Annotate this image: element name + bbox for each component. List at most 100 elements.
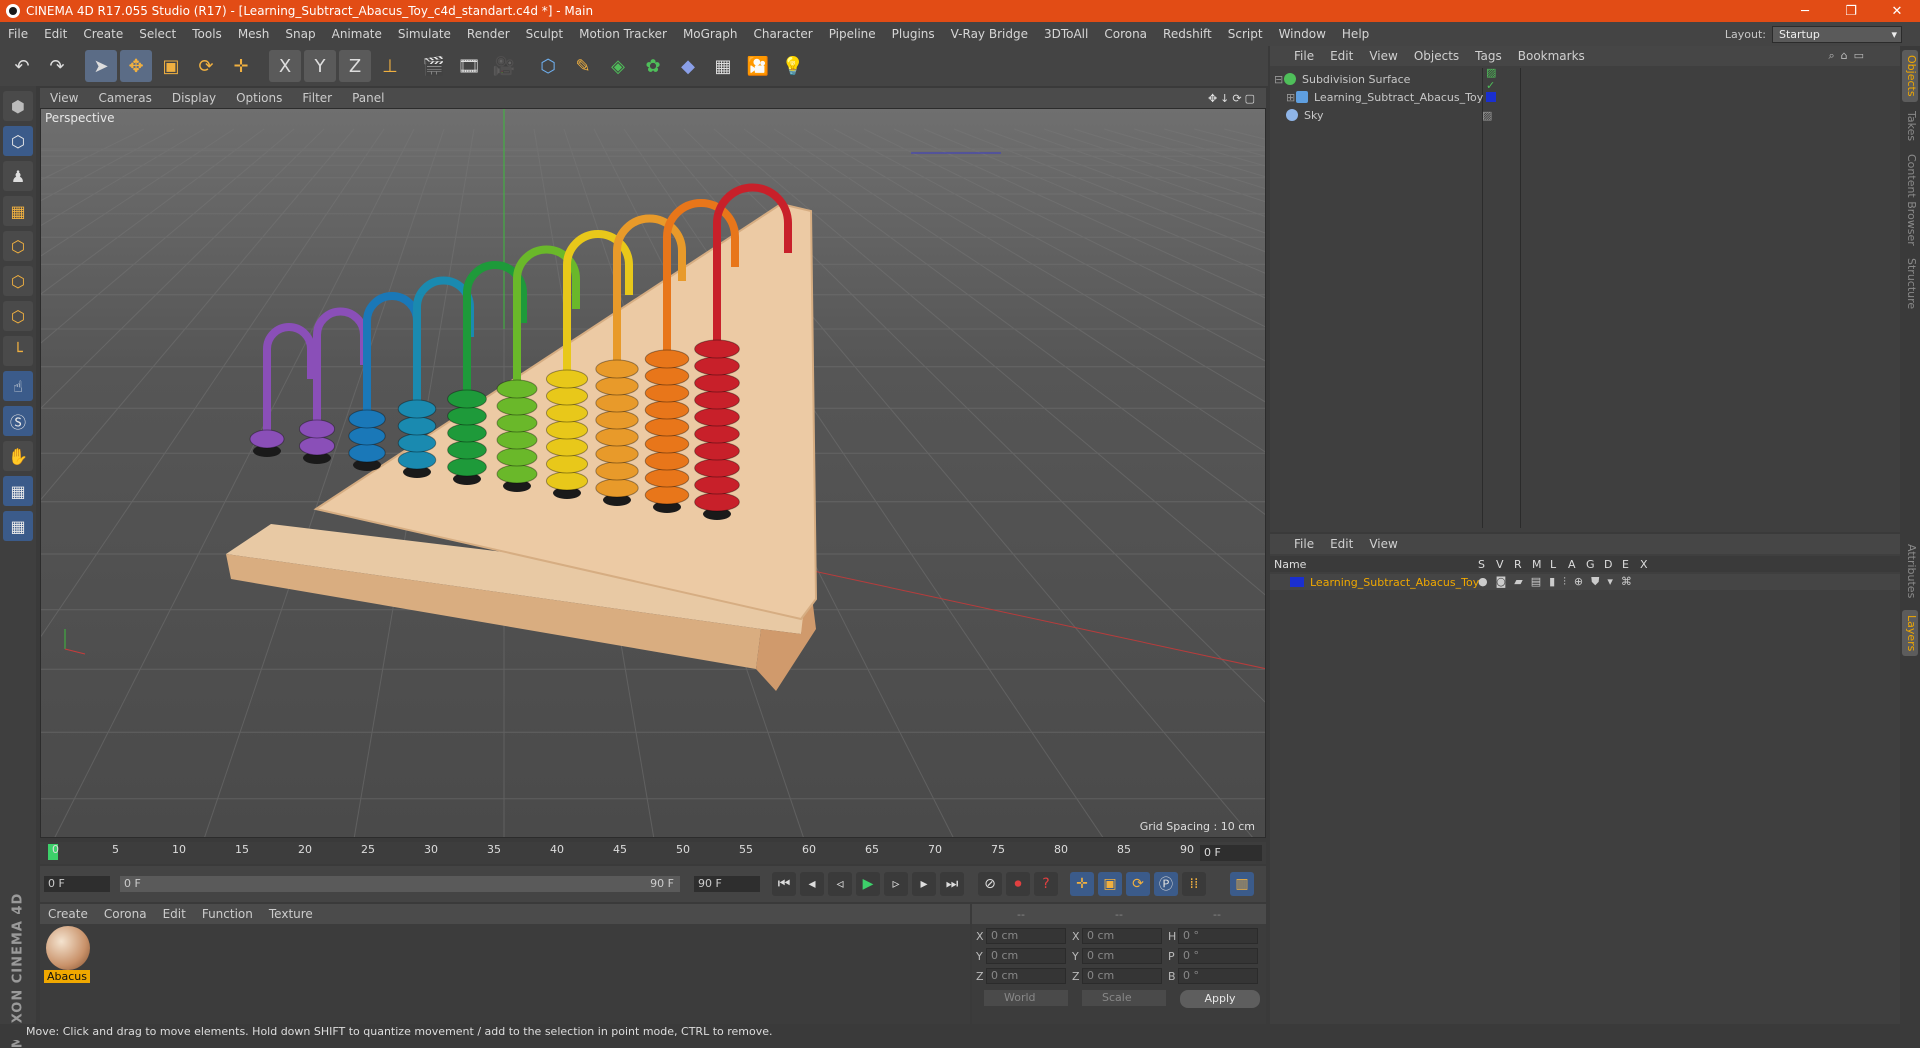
rotation-h-field[interactable]: 0 °: [1178, 928, 1258, 944]
redo-button[interactable]: ↷: [41, 50, 73, 82]
points-mode-icon[interactable]: ⬡: [3, 231, 33, 261]
planar-workplane-icon[interactable]: ▦: [3, 511, 33, 541]
object-manager-search-icon[interactable]: ⌕⌂▭: [1828, 49, 1900, 63]
tab-layers[interactable]: Layers: [1902, 610, 1918, 656]
key-pla-button[interactable]: ⁞⁞: [1182, 872, 1206, 896]
render-to-picture-viewer-icon[interactable]: 🎞: [453, 50, 485, 82]
position-x-field[interactable]: 0 cm: [986, 928, 1066, 944]
viewport-menu-view[interactable]: View: [40, 91, 88, 105]
render-settings-icon[interactable]: 🎥: [488, 50, 520, 82]
timeline-window-button[interactable]: ▥: [1230, 872, 1254, 896]
material-menu-create[interactable]: Create: [40, 907, 96, 921]
viewport-menu-panel[interactable]: Panel: [342, 91, 394, 105]
menu-tools[interactable]: Tools: [184, 27, 230, 41]
make-editable-icon[interactable]: ⬢: [3, 91, 33, 121]
menu-simulate[interactable]: Simulate: [390, 27, 459, 41]
cube-primitive-icon[interactable]: ⬡: [532, 50, 564, 82]
position-y-field[interactable]: 0 cm: [986, 948, 1066, 964]
tab-takes[interactable]: Takes: [1902, 106, 1918, 146]
menu-script[interactable]: Script: [1220, 27, 1271, 41]
size-y-field[interactable]: 0 cm: [1082, 948, 1162, 964]
menu-render[interactable]: Render: [459, 27, 518, 41]
object-menu-view[interactable]: View: [1361, 49, 1405, 63]
layer-menu-edit[interactable]: Edit: [1322, 537, 1361, 551]
coordinate-mode-dropdown[interactable]: World: [984, 990, 1068, 1006]
layer-menu-view[interactable]: View: [1361, 537, 1405, 551]
menu-mograph[interactable]: MoGraph: [675, 27, 746, 41]
size-x-field[interactable]: 0 cm: [1082, 928, 1162, 944]
material-menu-function[interactable]: Function: [194, 907, 261, 921]
array-modeling-icon[interactable]: ✿: [637, 50, 669, 82]
workplane-mode-icon[interactable]: ▦: [3, 196, 33, 226]
object-name[interactable]: Learning_Subtract_Abacus_Toy: [1314, 91, 1483, 104]
quantize-icon[interactable]: ✋: [3, 441, 33, 471]
timeline-ruler[interactable]: 0 5 10 15 20 25 30 35 40 45 50 55 60 65 …: [40, 842, 1266, 864]
previous-key-button[interactable]: ◂: [800, 872, 824, 896]
object-menu-objects[interactable]: Objects: [1406, 49, 1467, 63]
viewport-menu-display[interactable]: Display: [162, 91, 226, 105]
object-menu-bookmarks[interactable]: Bookmarks: [1510, 49, 1593, 63]
object-name[interactable]: Sky: [1304, 109, 1323, 122]
live-selection-tool-icon[interactable]: ➤: [85, 50, 117, 82]
z-axis-lock-button[interactable]: Z: [339, 50, 371, 82]
go-to-start-button[interactable]: ⏮: [772, 872, 796, 896]
menu-3dtoall[interactable]: 3DToAll: [1036, 27, 1096, 41]
layout-dropdown[interactable]: Startup: [1772, 25, 1902, 43]
visibility-icon[interactable]: ▨: [1482, 109, 1492, 122]
tab-objects[interactable]: Objects: [1902, 50, 1918, 102]
menu-mesh[interactable]: Mesh: [230, 27, 278, 41]
layer-menu-file[interactable]: File: [1286, 537, 1322, 551]
snap-toggle-icon[interactable]: Ⓢ: [3, 406, 33, 436]
start-frame-field[interactable]: 0 F: [44, 876, 110, 892]
maximize-button[interactable]: ❐: [1828, 4, 1874, 19]
motion-record-icon[interactable]: ⊘: [978, 872, 1002, 896]
object-row-sky[interactable]: Sky ▨: [1286, 106, 1492, 124]
menu-pipeline[interactable]: Pipeline: [821, 27, 884, 41]
workplane-lock-icon[interactable]: ▦: [3, 476, 33, 506]
size-z-field[interactable]: 0 cm: [1082, 968, 1162, 984]
tweak-mode-icon[interactable]: ☝: [3, 371, 33, 401]
model-mode-icon[interactable]: ⬡: [3, 126, 33, 156]
rotation-b-field[interactable]: 0 °: [1178, 968, 1258, 984]
menu-select[interactable]: Select: [131, 27, 184, 41]
material-menu-texture[interactable]: Texture: [261, 907, 321, 921]
undo-button[interactable]: ↶: [6, 50, 38, 82]
rotation-p-field[interactable]: 0 °: [1178, 948, 1258, 964]
viewport-menu-options[interactable]: Options: [226, 91, 292, 105]
menu-redshift[interactable]: Redshift: [1155, 27, 1220, 41]
menu-animate[interactable]: Animate: [324, 27, 390, 41]
y-axis-lock-button[interactable]: Y: [304, 50, 336, 82]
previous-frame-button[interactable]: ◃: [828, 872, 852, 896]
polygons-mode-icon[interactable]: ⬡: [3, 301, 33, 331]
preview-range-slider[interactable]: 0 F 90 F: [120, 876, 680, 892]
menu-create[interactable]: Create: [75, 27, 131, 41]
next-key-button[interactable]: ▸: [912, 872, 936, 896]
edges-mode-icon[interactable]: ⬡: [3, 266, 33, 296]
menu-snap[interactable]: Snap: [277, 27, 323, 41]
key-parameter-button[interactable]: Ⓟ: [1154, 872, 1178, 896]
key-rotation-button[interactable]: ⟳: [1126, 872, 1150, 896]
autokeying-button[interactable]: ?: [1034, 872, 1058, 896]
end-frame-field[interactable]: 90 F: [694, 876, 760, 892]
size-mode-dropdown[interactable]: Scale: [1082, 990, 1166, 1006]
menu-window[interactable]: Window: [1271, 27, 1334, 41]
record-keys-button[interactable]: ⏺: [1006, 872, 1030, 896]
key-position-button[interactable]: ✛: [1070, 872, 1094, 896]
material-name-label[interactable]: Abacus: [44, 970, 90, 983]
layer-name[interactable]: Learning_Subtract_Abacus_Toy: [1310, 576, 1479, 589]
current-frame-field[interactable]: 0 F: [1200, 845, 1262, 861]
tab-structure[interactable]: Structure: [1902, 254, 1918, 314]
position-z-field[interactable]: 0 cm: [986, 968, 1066, 984]
recent-tool-icon[interactable]: ✛: [225, 50, 257, 82]
expand-icon[interactable]: ⊟: [1274, 73, 1284, 86]
next-frame-button[interactable]: ▹: [884, 872, 908, 896]
tab-attributes[interactable]: Attributes: [1902, 536, 1918, 606]
close-button[interactable]: ✕: [1874, 4, 1920, 19]
rotate-tool-icon[interactable]: ⟳: [190, 50, 222, 82]
pen-spline-icon[interactable]: ✎: [567, 50, 599, 82]
scale-tool-icon[interactable]: ▣: [155, 50, 187, 82]
viewport-menu-filter[interactable]: Filter: [292, 91, 342, 105]
texture-mode-icon[interactable]: ♟: [3, 161, 33, 191]
object-menu-file[interactable]: File: [1286, 49, 1322, 63]
move-tool-icon[interactable]: ✥: [120, 50, 152, 82]
